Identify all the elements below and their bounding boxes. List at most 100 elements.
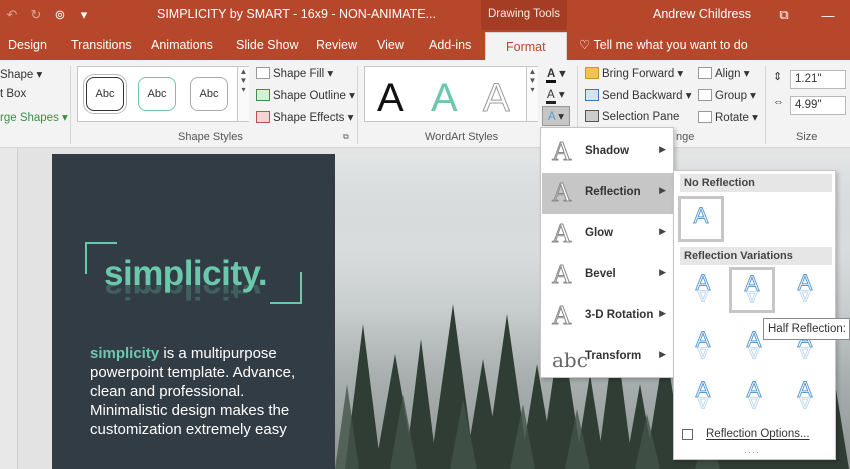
reflection-variations-header: Reflection Variations [680,247,832,265]
ribbon: Shape ▾ t Box rge Shapes ▾ Abc Abc Abc ▲… [0,60,850,148]
half-reflection-touching-option[interactable]: AA [729,267,775,313]
text-fill-button[interactable]: A ▾ [546,66,565,83]
menu-item-transform[interactable]: abc Transform ▶ [542,337,673,378]
quick-access-toolbar: ↶ ↻ ⊚ ▾ [0,0,96,30]
group-label: Group [715,90,747,102]
group-label-arrange: nge [676,131,695,143]
user-name[interactable]: Andrew Childress [653,7,751,21]
menu-item-3d-rotation[interactable]: A 3-D Rotation ▶ [542,296,673,337]
reflection-variation-option[interactable]: AA [680,268,726,314]
wordart-style-black[interactable]: A [377,78,404,118]
shape-effects-label: Shape Effects [273,112,345,124]
menu-item-glow[interactable]: A Glow ▶ [542,214,673,255]
group-button[interactable]: Group ▾ [698,88,756,102]
tab-view[interactable]: View [377,30,404,60]
reflection-shadow-icon: A [695,397,711,411]
shape-height-input[interactable]: 1.21" [790,70,846,89]
transform-icon: abc [552,348,588,372]
bevel-icon: A [552,259,572,290]
text-effects-menu: A Shadow ▶ A Reflection ▶ A Glow ▶ A Bev… [540,127,674,378]
shape-width-input[interactable]: 4.99" [790,96,846,115]
shape-styles-gallery[interactable]: Abc Abc Abc ▲ ▼ ▾ [77,66,249,122]
shape-fill-button[interactable]: Shape Fill ▾ [256,66,333,80]
reflection-variation-option[interactable]: AA [731,375,777,421]
send-backward-button[interactable]: Send Backward ▾ [585,88,692,102]
tab-animations[interactable]: Animations [151,30,213,60]
window-title: SIMPLICITY by SMART - 16x9 - NON-ANIMATE… [157,7,436,21]
text-outline-icon: A [546,89,556,104]
menu-item-label: Glow [585,227,614,239]
width-icon: ⇔ [773,96,784,108]
text-box-button[interactable]: t Box [0,88,26,100]
tab-slide-show[interactable]: Slide Show [236,30,299,60]
menu-item-reflection[interactable]: A Reflection ▶ [542,173,673,214]
undo-icon[interactable]: ↶ [0,7,24,23]
tab-format[interactable]: Format [485,32,567,60]
shape-outline-label: Shape Outline [273,90,346,102]
reflection-shadow-icon: A [746,397,762,411]
wordart-style-outline[interactable]: A [483,78,511,119]
align-icon [698,67,712,79]
reflection-options-item[interactable]: Reflection Options... [674,425,835,447]
wordart-styles-gallery[interactable]: A A A ▲ ▼ ▾ [364,66,538,122]
ribbon-tabs: Design Transitions Animations Slide Show… [0,30,850,60]
align-button[interactable]: Align ▾ [698,66,750,80]
text-effects-button[interactable]: A ▾ [542,106,571,126]
rotate-icon [698,111,712,123]
shape-outline-button[interactable]: Shape Outline ▾ [256,88,355,102]
menu-item-shadow[interactable]: A Shadow ▶ [542,132,673,173]
start-from-beginning-icon[interactable]: ⊚ [48,7,72,23]
shape-effects-button[interactable]: Shape Effects ▾ [256,110,353,124]
reflection-variation-option[interactable]: AA [782,268,828,314]
tab-review[interactable]: Review [316,30,357,60]
shape-style-swatch[interactable]: Abc [190,77,228,111]
reflection-shadow-icon: A [797,290,813,304]
menu-item-bevel[interactable]: A Bevel ▶ [542,255,673,296]
shape-style-swatch[interactable]: Abc [138,77,176,111]
customize-toolbar-icon[interactable]: ▾ [72,7,96,23]
tab-design[interactable]: Design [8,30,47,60]
slide-thumbnail-strip[interactable] [0,148,18,469]
merge-shapes-button[interactable]: rge Shapes ▾ [0,110,68,124]
divider [357,66,358,144]
group-label-wordart-styles: WordArt Styles [425,131,499,143]
edit-shape-label: Shape [0,69,34,81]
rotate-button[interactable]: Rotate ▾ [698,110,758,124]
contextual-tab-group: Drawing Tools [481,0,567,30]
3d-rotation-icon: A [552,300,572,331]
minimize-icon[interactable]: — [806,8,850,23]
redo-icon[interactable]: ↻ [24,7,48,23]
gallery-scroll[interactable]: ▲ ▼ ▾ [237,67,249,121]
tab-add-ins[interactable]: Add-ins [429,30,471,60]
reflection-variation-option[interactable]: AA [782,375,828,421]
reflection-variation-option[interactable]: AA [680,325,726,371]
ribbon-display-icon[interactable]: ⧉ [762,7,806,23]
dialog-launcher-icon[interactable]: ⧉ [343,132,349,142]
bring-forward-label: Bring Forward [602,68,675,80]
chevron-right-icon: ▶ [659,226,666,236]
edit-shape-button[interactable]: Shape ▾ [0,67,42,81]
send-backward-label: Send Backward [602,90,683,102]
reflection-shadow-icon: A [695,290,711,304]
selection-pane-label: Selection Pane [602,111,680,123]
chevron-right-icon: ▶ [659,349,666,359]
group-label-shape-styles: Shape Styles [178,131,243,143]
gallery-scroll[interactable]: ▲ ▼ ▾ [526,67,538,121]
tab-transitions[interactable]: Transitions [71,30,132,60]
chevron-right-icon: ▶ [659,144,666,154]
reflection-variation-option[interactable]: AA [680,375,726,421]
shape-style-swatch[interactable]: Abc [86,77,124,111]
lightbulb-icon: ♡ [579,38,594,52]
resize-grip-icon[interactable]: ···· [744,447,760,457]
wordart-style-teal[interactable]: A [431,78,458,118]
merge-shapes-label: rge Shapes [0,112,59,124]
no-reflection-option[interactable]: A [678,196,724,242]
selection-pane-button[interactable]: Selection Pane [585,110,679,123]
no-reflection-header: No Reflection [680,174,832,192]
bring-forward-button[interactable]: Bring Forward ▾ [585,66,683,80]
text-outline-button[interactable]: A ▾ [546,87,565,104]
bring-forward-icon [585,67,599,79]
tell-me-search[interactable]: ♡ Tell me what you want to do [579,30,748,60]
align-label: Align [715,68,741,80]
slide-body-text[interactable]: simplicity is a multipurpose powerpoint … [90,344,300,439]
